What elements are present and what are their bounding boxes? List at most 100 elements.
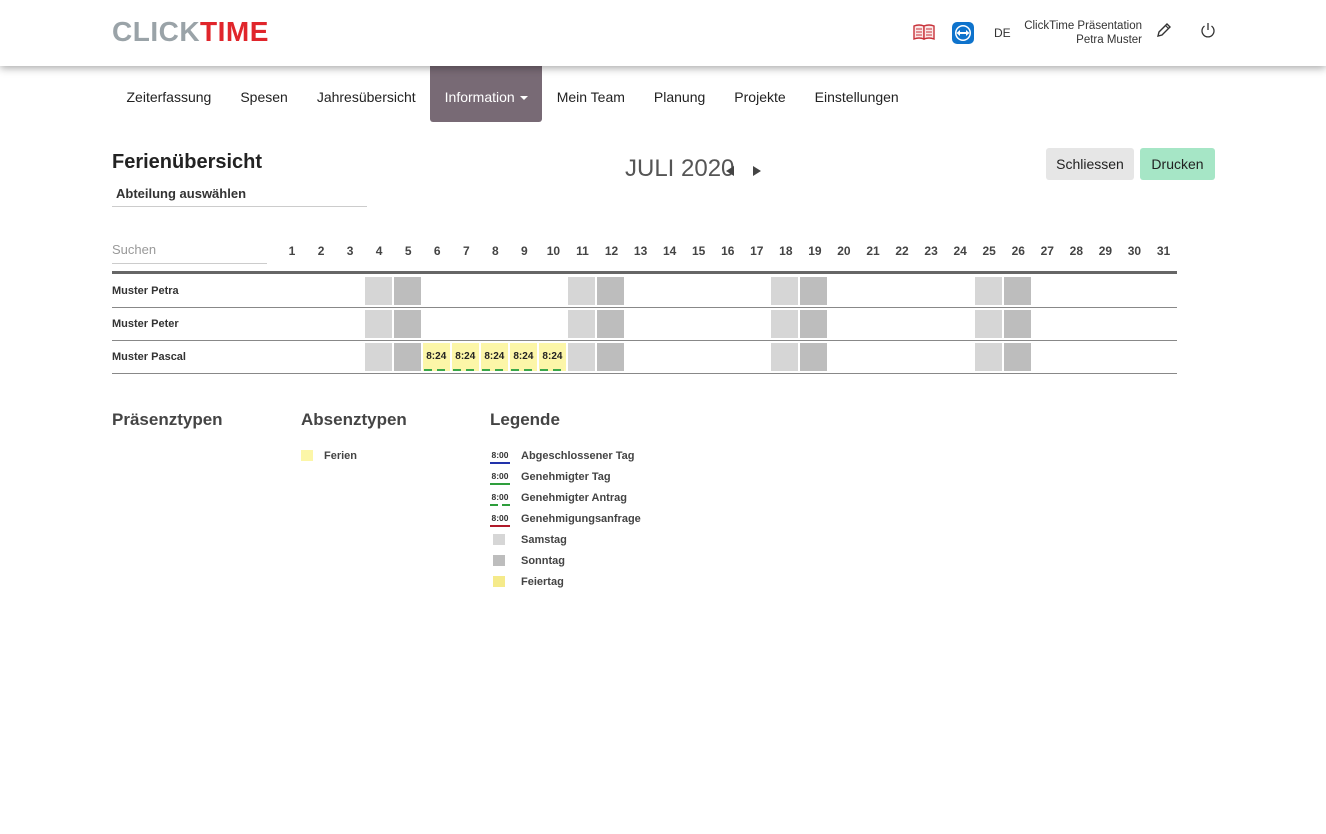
sunday-cell[interactable] (800, 310, 828, 338)
user-name: Petra Muster (1076, 34, 1142, 46)
vacation-entry-cell[interactable]: 8:24 (509, 343, 537, 371)
previous-month-icon[interactable] (726, 166, 734, 176)
day-header: 15 (692, 244, 706, 258)
saturday-cell[interactable] (364, 277, 392, 305)
vacation-swatch (301, 450, 313, 461)
saturday-cell[interactable] (364, 310, 392, 338)
main-nav: Zeiterfassung Spesen Jahresübersicht Inf… (112, 66, 913, 122)
nav-information-label: Information (444, 89, 515, 105)
sunday-cell[interactable] (393, 343, 421, 371)
saturday-cell[interactable] (771, 310, 799, 338)
legend-sunday: Sonntag (521, 555, 565, 567)
legend-holiday: Feiertag (521, 576, 564, 588)
month-label: JULI 2020 (625, 155, 735, 182)
day-header: 8 (492, 244, 499, 258)
sunday-cell[interactable] (800, 277, 828, 305)
legend-sample-approved-request: 8:00 (490, 492, 510, 506)
legend-sample-completed: 8:00 (490, 450, 510, 464)
day-header: 16 (721, 244, 735, 258)
day-header: 9 (521, 244, 528, 258)
employee-name[interactable]: Muster Pascal (112, 351, 186, 363)
sunday-cell[interactable] (597, 277, 625, 305)
close-button[interactable]: Schliessen (1046, 148, 1134, 180)
sunday-cell[interactable] (1003, 310, 1031, 338)
row-divider (112, 307, 1177, 308)
day-header: 1 (288, 244, 296, 258)
absence-type-ferien: Ferien (324, 450, 358, 462)
department-select[interactable]: Abteilung auswählen (112, 186, 367, 207)
saturday-cell[interactable] (974, 277, 1002, 305)
saturday-cell[interactable] (974, 310, 1002, 338)
nav-planung[interactable]: Planung (639, 66, 719, 122)
day-header: 7 (462, 244, 470, 258)
saturday-cell[interactable] (568, 310, 595, 338)
nav-projekte[interactable]: Projekte (720, 66, 800, 122)
day-header: 21 (866, 244, 880, 258)
sunday-cell[interactable] (800, 343, 828, 371)
edit-pencil-icon[interactable] (1156, 22, 1172, 43)
sunday-cell[interactable] (1003, 343, 1031, 371)
saturday-cell[interactable] (568, 343, 595, 371)
vacation-entry-cell[interactable]: 8:24 (480, 343, 508, 371)
vacation-entry-cell[interactable]: 8:24 (422, 343, 450, 371)
language-switch[interactable]: DE (994, 26, 1011, 40)
day-header: 29 (1098, 244, 1113, 258)
saturday-cell[interactable] (771, 343, 799, 371)
saturday-cell[interactable] (974, 343, 1002, 371)
nav-spesen[interactable]: Spesen (226, 66, 302, 122)
power-icon[interactable] (1200, 22, 1216, 43)
day-header: 4 (375, 244, 383, 258)
saturday-cell[interactable] (364, 343, 392, 371)
clicktime-logo[interactable]: CLICKTIME (112, 16, 269, 48)
nav-information[interactable]: Information (430, 66, 543, 122)
day-header: 25 (982, 244, 996, 258)
sunday-cell[interactable] (393, 310, 421, 338)
absence-types-title: Absenztypen (301, 410, 407, 429)
user-info: ClickTime Präsentation Petra Muster (1024, 19, 1142, 47)
search-input[interactable] (112, 236, 267, 264)
employee-name[interactable]: Muster Peter (112, 318, 179, 330)
day-header: 3 (346, 244, 354, 258)
teamviewer-icon[interactable] (952, 22, 974, 49)
grid-top-divider (112, 271, 1177, 274)
day-header: 12 (604, 244, 619, 258)
sunday-cell[interactable] (393, 277, 421, 305)
day-header: 14 (662, 244, 677, 258)
saturday-cell[interactable] (568, 277, 595, 305)
legend-approved-request: Genehmigter Antrag (521, 492, 627, 504)
nav-zeiterfassung[interactable]: Zeiterfassung (112, 66, 226, 122)
vacation-entry-cell[interactable]: 8:24 (538, 343, 566, 371)
day-header: 2 (317, 244, 325, 258)
day-header: 10 (546, 244, 561, 258)
legend-saturday: Samstag (521, 534, 567, 546)
logo-text-click: CLICK (112, 16, 201, 47)
day-header: 18 (779, 244, 793, 258)
legend-sample-approved-day: 8:00 (490, 471, 510, 485)
legend-title: Legende (490, 410, 560, 429)
day-header: 17 (750, 244, 764, 258)
row-divider (112, 340, 1177, 341)
logo-text-time: TIME (200, 16, 269, 47)
nav-einstellungen[interactable]: Einstellungen (800, 66, 913, 122)
day-header: 24 (953, 244, 967, 258)
nav-mein-team[interactable]: Mein Team (542, 66, 639, 122)
sunday-cell[interactable] (597, 343, 625, 371)
legend-approved-day: Genehmigter Tag (521, 471, 611, 483)
top-bar: CLICKTIME DE ClickTime Präsentation Petr… (0, 0, 1326, 66)
next-month-icon[interactable] (753, 166, 761, 176)
row-divider (112, 373, 1177, 374)
vacation-entry-cell[interactable]: 8:24 (451, 343, 479, 371)
nav-jahresuebersicht[interactable]: Jahresübersicht (302, 66, 430, 122)
legend-completed-day: Abgeschlossener Tag (521, 450, 635, 462)
manual-book-icon[interactable] (913, 22, 935, 47)
sunday-cell[interactable] (597, 310, 625, 338)
presence-types-title: Präsenztypen (112, 410, 223, 429)
sunday-cell[interactable] (1003, 277, 1031, 305)
print-button[interactable]: Drucken (1140, 148, 1215, 180)
holiday-swatch (493, 576, 505, 587)
saturday-cell[interactable] (771, 277, 799, 305)
employee-name[interactable]: Muster Petra (112, 285, 179, 297)
day-header: 28 (1069, 244, 1084, 258)
sunday-swatch (493, 555, 505, 566)
chevron-down-icon (519, 96, 528, 101)
